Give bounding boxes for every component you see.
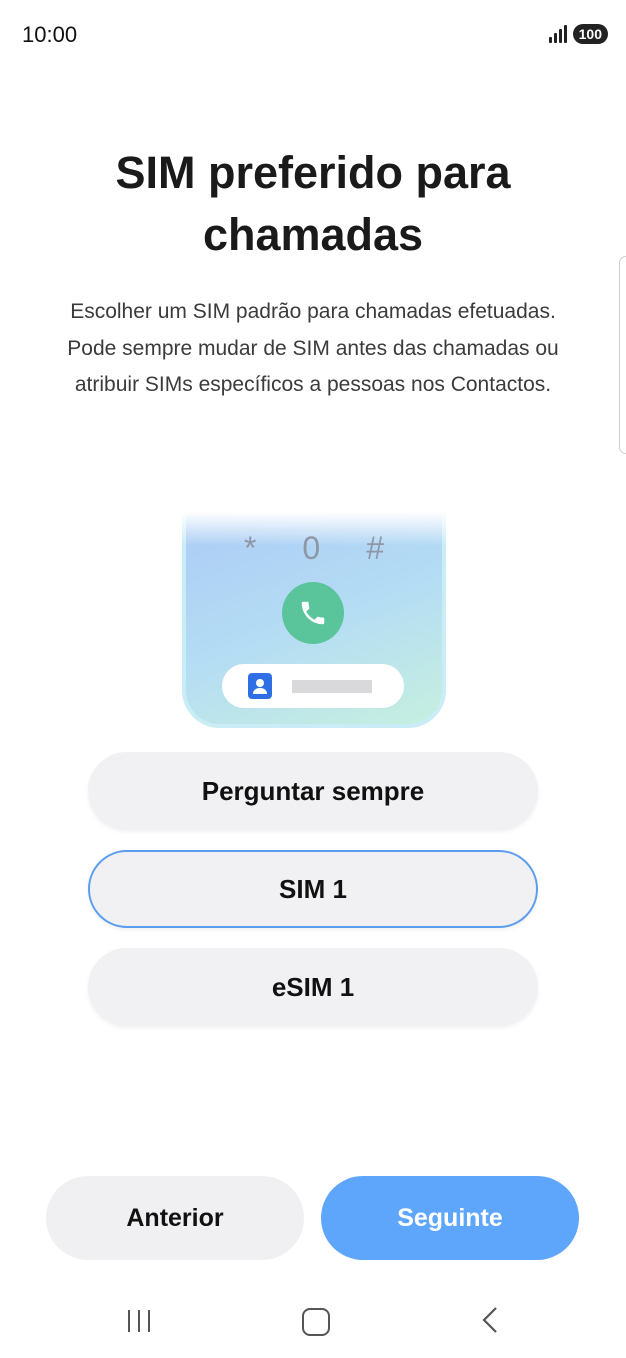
contact-pill bbox=[222, 664, 404, 708]
dial-key-hash: # bbox=[366, 530, 385, 566]
page-title: SIM preferido para chamadas bbox=[115, 147, 511, 260]
home-icon[interactable] bbox=[302, 1308, 330, 1336]
status-bar: 10:00 100 bbox=[0, 0, 626, 72]
phone-illustration: * 0 # bbox=[182, 512, 446, 728]
back-icon[interactable] bbox=[478, 1304, 500, 1341]
navigation-bar bbox=[0, 1290, 626, 1358]
battery-icon: 100 bbox=[572, 24, 608, 44]
page-description: Escolher um SIM padrão para chamadas efe… bbox=[67, 300, 559, 396]
option-esim-1[interactable]: eSIM 1 bbox=[88, 948, 538, 1026]
dial-key-zero: 0 bbox=[302, 530, 321, 566]
contact-name-placeholder bbox=[292, 680, 372, 693]
phone-icon bbox=[282, 582, 344, 644]
option-sim-1[interactable]: SIM 1 bbox=[88, 850, 538, 928]
status-icons: 100 bbox=[548, 24, 608, 44]
previous-button[interactable]: Anterior bbox=[46, 1176, 304, 1260]
option-ask-always[interactable]: Perguntar sempre bbox=[88, 752, 538, 830]
signal-icon bbox=[548, 25, 567, 43]
next-button[interactable]: Seguinte bbox=[321, 1176, 579, 1260]
recent-apps-icon[interactable] bbox=[128, 1310, 150, 1332]
dial-key-star: * bbox=[243, 530, 257, 566]
edge-panel-handle[interactable] bbox=[619, 256, 626, 454]
status-time: 10:00 bbox=[22, 22, 78, 47]
dial-keys: * 0 # bbox=[182, 530, 446, 567]
contact-icon bbox=[248, 673, 272, 699]
